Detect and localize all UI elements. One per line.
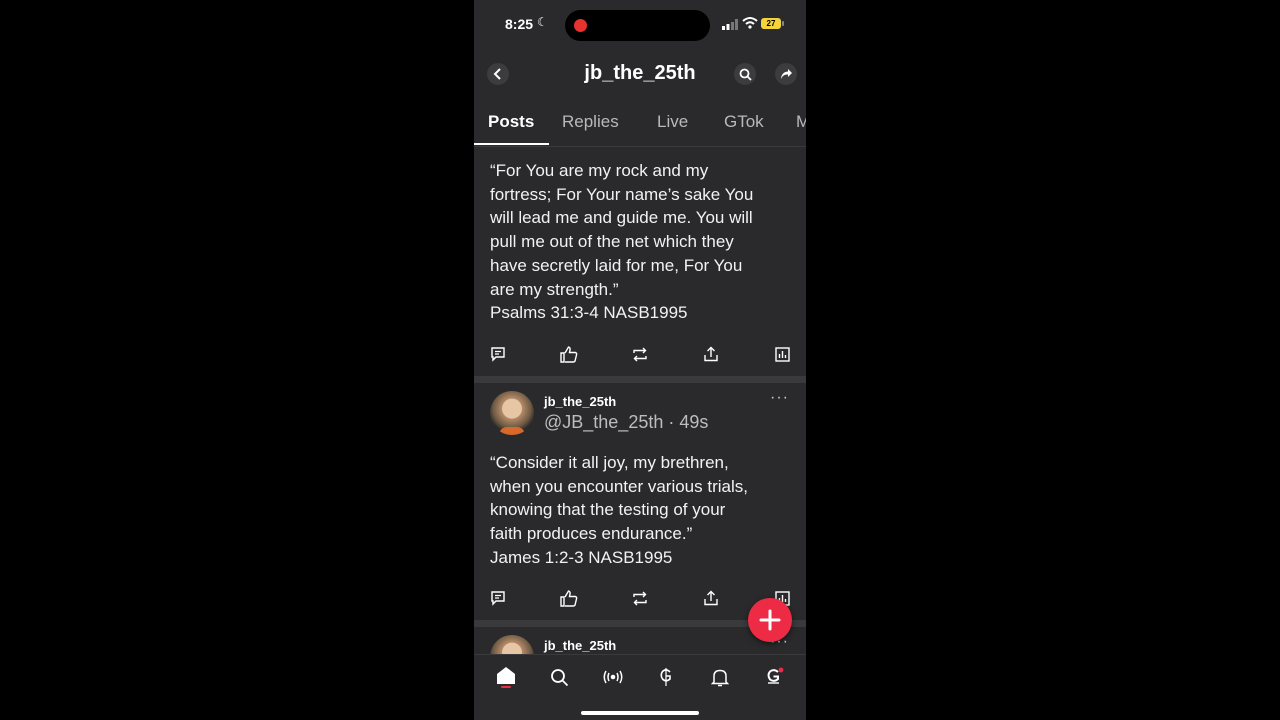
post-line: will lead me and guide me. You will	[490, 208, 753, 228]
status-bar: 8:25 ☾ 27	[474, 0, 806, 50]
page-title: jb_the_25th	[584, 62, 696, 84]
post-line: James 1:2-3 NASB1995	[490, 547, 673, 567]
signal-icon	[722, 19, 738, 30]
stats-icon	[774, 346, 790, 362]
like-icon	[560, 589, 578, 607]
post-menu-button[interactable]: ···	[770, 389, 789, 407]
repost-button[interactable]	[628, 342, 652, 366]
author-handle-time[interactable]: @JB_the_25th · 49s	[544, 412, 708, 433]
nav-explore[interactable]	[546, 664, 572, 690]
share-profile-button[interactable]	[775, 63, 797, 85]
post-line: Psalms 31:3-4 NASB1995	[490, 303, 688, 323]
post-line: “For You are my rock and my	[490, 161, 709, 180]
clock: 8:25	[505, 16, 534, 32]
avatar[interactable]	[490, 635, 534, 654]
share-icon	[780, 69, 792, 79]
gab-icon	[767, 667, 784, 684]
post-separator	[474, 376, 806, 383]
money-icon	[660, 668, 671, 686]
avatar[interactable]	[490, 391, 534, 435]
post-body: “For You are my rock and my fortress; Fo…	[490, 159, 790, 325]
profile-header: jb_the_25th	[474, 50, 806, 97]
post-line: pull me out of the net which they	[490, 232, 734, 252]
battery-icon: 27	[761, 18, 784, 29]
tab-gtok[interactable]: GTok	[724, 112, 764, 132]
stats-button[interactable]	[770, 342, 794, 366]
active-tab-indicator	[474, 143, 549, 145]
search-button[interactable]	[734, 63, 756, 85]
explore-icon	[550, 668, 568, 686]
repost-button[interactable]	[628, 586, 652, 610]
post-line: are my strength.”	[490, 279, 619, 299]
tab-posts[interactable]: Posts	[488, 112, 534, 132]
home-indicator	[581, 711, 699, 715]
plus-icon	[759, 609, 781, 631]
nav-profile[interactable]	[761, 664, 787, 690]
post-line: have secretly laid for me, For You	[490, 255, 743, 275]
upload-icon	[704, 346, 718, 362]
post-actions	[474, 342, 806, 366]
tab-replies[interactable]: Replies	[562, 112, 619, 132]
tab-live[interactable]: Live	[657, 112, 688, 132]
author-name[interactable]: jb_the_25th	[544, 638, 616, 653]
post-line: faith produces endurance.”	[490, 524, 693, 544]
post-line: when you encounter various trials,	[490, 476, 748, 496]
author-name[interactable]: jb_the_25th	[544, 394, 616, 409]
live-icon	[603, 670, 623, 684]
comment-button[interactable]	[486, 586, 510, 610]
comment-icon	[491, 591, 505, 606]
compose-button[interactable]	[748, 598, 792, 642]
nav-home[interactable]	[493, 664, 519, 690]
like-button[interactable]	[557, 342, 581, 366]
comment-icon	[491, 347, 505, 362]
post-line: fortress; For Your name’s sake You	[490, 184, 754, 204]
nav-money[interactable]	[653, 664, 679, 690]
bottom-nav	[474, 654, 806, 720]
like-icon	[560, 345, 578, 363]
dynamic-island	[565, 10, 710, 41]
upload-button[interactable]	[699, 342, 723, 366]
home-icon	[497, 667, 515, 688]
phone-screen: 8:25 ☾ 27 jb_the_25th Posts Replies Live…	[474, 0, 806, 720]
tab-more[interactable]: M	[796, 112, 806, 132]
bell-icon	[711, 669, 729, 686]
repost-icon	[633, 591, 647, 605]
like-button[interactable]	[557, 586, 581, 610]
post-line: knowing that the testing of your	[490, 500, 726, 520]
comment-button[interactable]	[486, 342, 510, 366]
repost-icon	[633, 347, 647, 361]
wifi-icon	[742, 17, 758, 29]
post-line: “Consider it all joy, my brethren,	[490, 453, 729, 472]
upload-icon	[704, 590, 718, 606]
recording-dot-icon	[574, 19, 587, 32]
profile-tabs: Posts Replies Live GTok M	[474, 97, 806, 147]
nav-notifications[interactable]	[707, 664, 733, 690]
nav-live[interactable]	[600, 664, 626, 690]
moon-icon: ☾	[537, 15, 548, 29]
posts-feed: “For You are my rock and my fortress; Fo…	[474, 147, 806, 654]
search-icon	[739, 68, 752, 81]
upload-button[interactable]	[699, 586, 723, 610]
post-body: “Consider it all joy, my brethren, when …	[490, 451, 790, 570]
